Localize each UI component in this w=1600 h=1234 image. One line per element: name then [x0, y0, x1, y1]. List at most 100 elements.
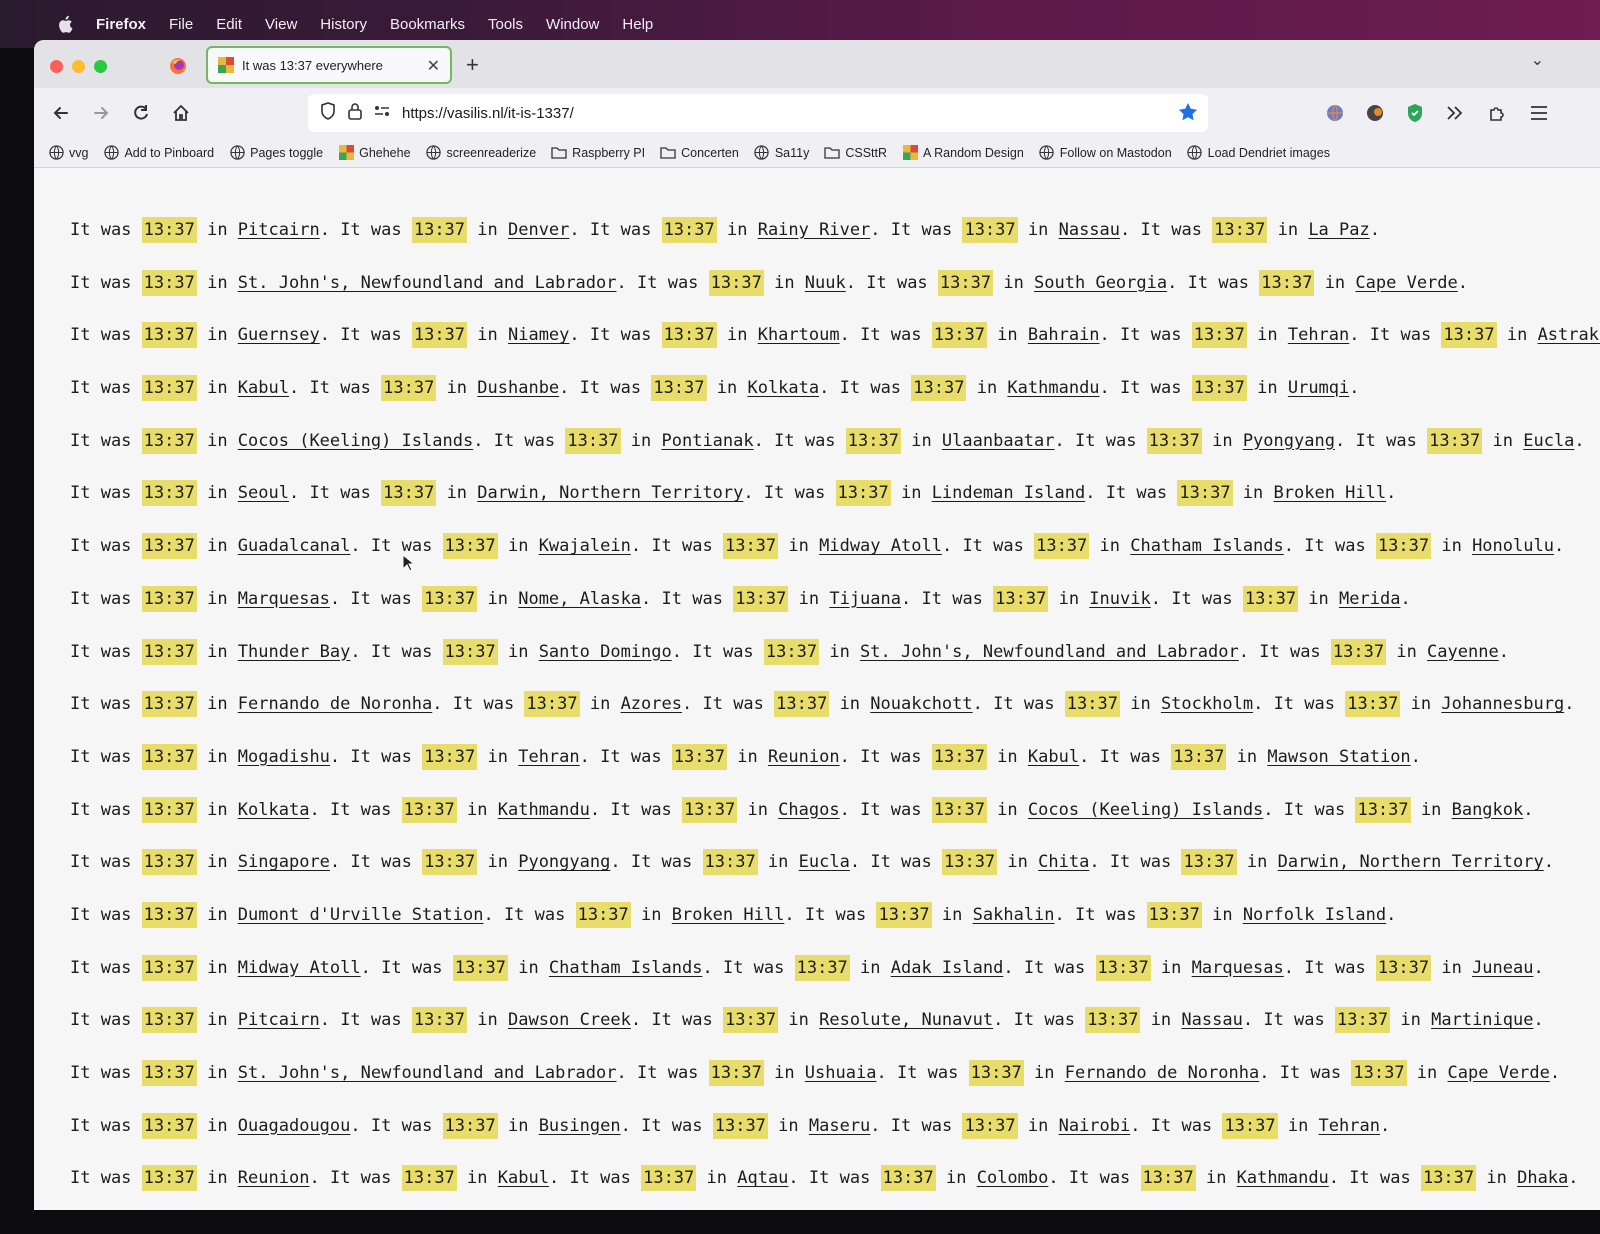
place-link[interactable]: Cape Verde [1355, 273, 1457, 293]
place-link[interactable]: Broken Hill [1274, 483, 1387, 503]
place-link[interactable]: Nuuk [805, 273, 846, 293]
place-link[interactable]: Ulaanbaatar [942, 431, 1055, 451]
place-link[interactable]: Pyongyang [1243, 431, 1335, 451]
bookmark-item[interactable]: Sa11y [754, 145, 809, 161]
extension-container-icon[interactable] [1364, 102, 1386, 124]
extension-globe-icon[interactable] [1324, 102, 1346, 124]
place-link[interactable]: Kathmandu [498, 800, 590, 820]
menu-bookmarks[interactable]: Bookmarks [390, 16, 465, 33]
place-link[interactable]: Chagos [778, 800, 839, 820]
place-link[interactable]: Broken Hill [672, 905, 785, 925]
place-link[interactable]: Kolkata [747, 378, 819, 398]
close-window-button[interactable] [50, 60, 63, 73]
forward-icon[interactable] [86, 98, 116, 128]
place-link[interactable]: Adak Island [891, 958, 1004, 978]
place-link[interactable]: Resolute, Nunavut [819, 1010, 993, 1030]
firefox-view-icon[interactable] [168, 56, 188, 76]
place-link[interactable]: Lindeman Island [932, 483, 1086, 503]
place-link[interactable]: Mawson Station [1267, 747, 1410, 767]
place-link[interactable]: Chatham Islands [1130, 536, 1284, 556]
place-link[interactable]: St. John's, Newfoundland and Labrador [238, 1063, 617, 1083]
place-link[interactable]: Cocos (Keeling) Islands [1028, 800, 1263, 820]
tracking-protection-shield-icon[interactable] [320, 101, 336, 125]
extensions-puzzle-icon[interactable] [1486, 102, 1508, 124]
menu-history[interactable]: History [320, 16, 367, 33]
place-link[interactable]: Eucla [799, 852, 850, 872]
menu-file[interactable]: File [169, 16, 193, 33]
place-link[interactable]: Pitcairn [238, 1010, 320, 1030]
place-link[interactable]: Dushanbe [477, 378, 559, 398]
place-link[interactable]: Busingen [539, 1116, 621, 1136]
new-tab-icon[interactable]: + [466, 52, 479, 78]
bookmark-item[interactable]: vvg [48, 145, 88, 161]
back-icon[interactable] [46, 98, 76, 128]
apple-icon[interactable] [56, 14, 74, 34]
place-link[interactable]: Nouakchott [870, 694, 972, 714]
place-link[interactable]: Azores [621, 694, 682, 714]
place-link[interactable]: Pyongyang [518, 852, 610, 872]
place-link[interactable]: Nome, Alaska [518, 589, 641, 609]
bookmark-item[interactable]: Load Dendriet images [1187, 145, 1330, 161]
menu-view[interactable]: View [265, 16, 297, 33]
place-link[interactable]: Tijuana [829, 589, 901, 609]
place-link[interactable]: Nassau [1181, 1010, 1242, 1030]
bookmark-folder[interactable]: CSSttR [824, 145, 887, 161]
place-link[interactable]: Seoul [238, 483, 289, 503]
place-link[interactable]: Bahrain [1028, 325, 1100, 345]
place-link[interactable]: Martinique [1431, 1010, 1533, 1030]
overflow-menu-icon[interactable] [1444, 102, 1466, 124]
bookmark-item[interactable]: Add to Pinboard [103, 145, 214, 161]
place-link[interactable]: Bangkok [1452, 800, 1524, 820]
place-link[interactable]: Nairobi [1059, 1116, 1131, 1136]
place-link[interactable]: St. John's, Newfoundland and Labrador [238, 273, 617, 293]
bookmark-folder[interactable]: Concerten [660, 145, 739, 161]
place-link[interactable]: Dumont d'Urville Station [238, 905, 484, 925]
reload-icon[interactable] [126, 98, 156, 128]
list-all-tabs-icon[interactable]: ⌄ [1531, 50, 1544, 70]
place-link[interactable]: Reunion [768, 747, 840, 767]
place-link[interactable]: Tehran [1319, 1116, 1380, 1136]
permissions-icon[interactable] [374, 104, 390, 123]
place-link[interactable]: Norfolk Island [1243, 905, 1386, 925]
address-bar[interactable]: https://vasilis.nl/it-is-1337/ [308, 94, 1208, 132]
zoom-window-button[interactable] [94, 60, 107, 73]
place-link[interactable]: Honolulu [1472, 536, 1554, 556]
place-link[interactable]: Ouagadougou [238, 1116, 351, 1136]
tab-active[interactable]: It was 13:37 everywhere ✕ [206, 46, 452, 84]
place-link[interactable]: Aqtau [737, 1168, 788, 1188]
place-link[interactable]: Cocos (Keeling) Islands [238, 431, 473, 451]
place-link[interactable]: Chita [1038, 852, 1089, 872]
place-link[interactable]: Kolkata [238, 800, 310, 820]
minimize-window-button[interactable] [72, 60, 85, 73]
place-link[interactable]: Thunder Bay [238, 642, 351, 662]
place-link[interactable]: Kathmandu [1237, 1168, 1329, 1188]
place-link[interactable]: Fernando de Noronha [238, 694, 432, 714]
place-link[interactable]: Mogadishu [238, 747, 330, 767]
place-link[interactable]: Marquesas [238, 589, 330, 609]
place-link[interactable]: Kabul [238, 378, 289, 398]
place-link[interactable]: Santo Domingo [539, 642, 672, 662]
bookmark-star-icon[interactable] [1178, 102, 1198, 127]
place-link[interactable]: La Paz [1308, 220, 1369, 240]
place-link[interactable]: Eucla [1523, 431, 1574, 451]
extension-shield-icon[interactable] [1404, 102, 1426, 124]
bookmark-item[interactable]: Ghehehe [338, 145, 411, 161]
place-link[interactable]: Urumqi [1288, 378, 1349, 398]
place-link[interactable]: Darwin, Northern Territory [477, 483, 743, 503]
place-link[interactable]: Kathmandu [1007, 378, 1099, 398]
place-link[interactable]: Kabul [1028, 747, 1079, 767]
place-link[interactable]: Nassau [1059, 220, 1120, 240]
place-link[interactable]: Niamey [508, 325, 569, 345]
menu-edit[interactable]: Edit [216, 16, 242, 33]
home-icon[interactable] [166, 98, 196, 128]
place-link[interactable]: Rainy River [758, 220, 871, 240]
place-link[interactable]: Fernando de Noronha [1065, 1063, 1259, 1083]
menu-help[interactable]: Help [622, 16, 653, 33]
place-link[interactable]: Colombo [977, 1168, 1049, 1188]
place-link[interactable]: Khartoum [758, 325, 840, 345]
menu-tools[interactable]: Tools [488, 16, 523, 33]
bookmark-item[interactable]: Follow on Mastodon [1039, 145, 1172, 161]
place-link[interactable]: St. John's, Newfoundland and Labrador [860, 642, 1239, 662]
place-link[interactable]: Pontianak [662, 431, 754, 451]
place-link[interactable]: Astrakhan [1538, 325, 1600, 345]
